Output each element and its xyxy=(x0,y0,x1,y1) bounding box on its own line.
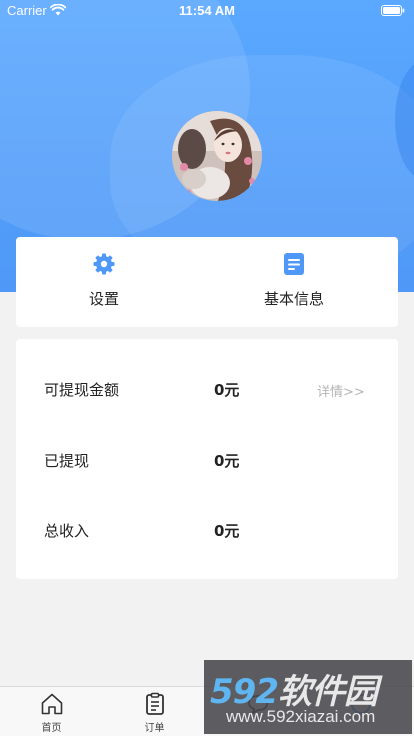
watermark-url: www.592xiazai.com xyxy=(226,707,376,726)
status-bar: Carrier 11:54 AM xyxy=(0,0,414,22)
settings-label: 设置 xyxy=(88,290,119,308)
total-income-label: 总收入 xyxy=(44,522,90,540)
details-link[interactable]: 详情>> xyxy=(317,381,365,400)
tab-orders[interactable]: 订单 xyxy=(103,687,206,736)
withdrawable-row: 可提现金额 0元 详情>> xyxy=(16,374,398,404)
basic-info-button[interactable]: 基本信息 xyxy=(206,237,382,327)
tab-orders-label: 订单 xyxy=(144,723,165,734)
tab-home-label: 首页 xyxy=(41,723,62,734)
withdrawn-label: 已提现 xyxy=(44,452,90,470)
withdrawn-value: 0元 xyxy=(214,452,240,470)
earnings-card: 可提现金额 0元 详情>> 已提现 0元 总收入 0元 xyxy=(16,339,398,579)
settings-button[interactable]: 设置 xyxy=(16,237,192,327)
quick-actions-card: 设置 基本信息 xyxy=(16,237,398,327)
avatar-image xyxy=(172,111,262,201)
home-icon xyxy=(41,693,63,715)
watermark: 592软件园 www.592xiazai.com xyxy=(204,660,412,734)
gear-icon xyxy=(93,253,115,275)
total-income-value: 0元 xyxy=(214,522,240,540)
total-income-row: 总收入 0元 xyxy=(16,515,398,545)
document-list-icon xyxy=(284,253,304,275)
withdrawn-row: 已提现 0元 xyxy=(16,445,398,475)
watermark-logo: 592软件园 xyxy=(210,672,378,712)
withdrawable-value: 0元 xyxy=(214,381,240,399)
withdrawable-label: 可提现金额 xyxy=(44,381,120,399)
clock: 11:54 AM xyxy=(179,3,235,18)
basic-info-label: 基本信息 xyxy=(263,290,324,308)
battery-icon xyxy=(381,5,405,16)
avatar[interactable] xyxy=(172,111,262,201)
clipboard-icon xyxy=(146,692,164,715)
tab-home[interactable]: 首页 xyxy=(0,687,103,736)
